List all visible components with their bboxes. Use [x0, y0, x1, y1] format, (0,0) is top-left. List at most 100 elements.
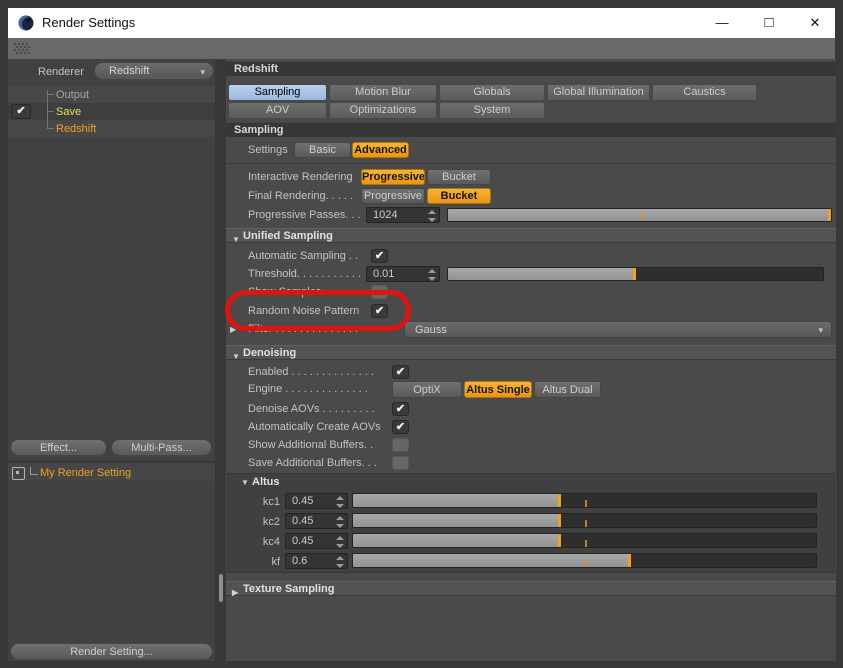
engine-altus-single-button[interactable]: Altus Single	[464, 381, 532, 398]
tab-caustics[interactable]: Caustics	[652, 84, 757, 101]
save-additional-buffers-label: Save Additional Buffers. . .	[248, 455, 390, 471]
settings-basic-button[interactable]: Basic	[294, 142, 351, 158]
altus-title: Altus	[252, 475, 280, 490]
renderer-dropdown[interactable]: Redshift ▾	[94, 62, 214, 80]
show-samples-label: Show Samples	[248, 284, 369, 300]
kc2-field[interactable]: 0.45	[285, 513, 348, 529]
tree-row-redshift-bg	[8, 120, 215, 137]
collapse-icon[interactable]: ▼	[241, 478, 249, 487]
engine-optix-button[interactable]: OptiX	[392, 381, 462, 398]
spinner-arrows-icon[interactable]	[335, 516, 344, 528]
kc4-slider[interactable]	[352, 533, 817, 548]
scrollbar-thumb[interactable]	[219, 574, 223, 602]
texture-sampling-header[interactable]: ▶ Texture Sampling	[226, 581, 836, 596]
tab-aov[interactable]: AOV	[228, 102, 327, 119]
sidebar-item-output[interactable]: Output	[56, 87, 89, 103]
threshold-label: Threshold. . . . . . . . . . .	[248, 266, 363, 282]
collapse-icon: ▼	[232, 232, 240, 247]
denoise-aovs-label: Denoise AOVs . . . . . . . . .	[248, 401, 390, 417]
save-enabled-checkbox[interactable]: ✔	[11, 104, 31, 119]
check-icon: ✔	[396, 366, 405, 378]
divider	[226, 163, 836, 164]
final-bucket-button[interactable]: Bucket	[427, 188, 491, 204]
denoising-enabled-label: Enabled . . . . . . . . . . . . . .	[248, 364, 390, 380]
spinner-arrows-icon[interactable]	[335, 496, 344, 508]
sidebar-item-redshift[interactable]: Redshift	[56, 121, 96, 137]
kc2-label: kc2	[236, 514, 280, 530]
grip-icon[interactable]	[13, 42, 31, 58]
progressive-passes-label: Progressive Passes. . .	[248, 207, 363, 223]
check-icon: ✔	[396, 421, 405, 433]
tab-system[interactable]: System	[439, 102, 545, 119]
close-button[interactable]: ✕	[801, 12, 829, 34]
automatic-sampling-checkbox[interactable]: ✔	[371, 249, 388, 263]
tab-sampling[interactable]: Sampling	[228, 84, 327, 101]
denoising-enabled-checkbox[interactable]: ✔	[392, 365, 409, 379]
kc4-value: 0.45	[292, 535, 313, 547]
effect-button[interactable]: Effect...	[10, 439, 107, 456]
sidebar-item-save[interactable]: Save	[56, 104, 81, 120]
threshold-slider[interactable]	[447, 267, 824, 281]
settings-advanced-button[interactable]: Advanced	[352, 142, 409, 158]
interactive-progressive-button[interactable]: Progressive	[361, 169, 425, 185]
render-setting-row[interactable]: My Render Setting	[8, 464, 215, 481]
tab-motion-blur[interactable]: Motion Blur	[329, 84, 437, 101]
left-panel: Renderer Redshift ▾ ✔ Output Save Redshi…	[8, 59, 215, 661]
show-samples-checkbox[interactable]	[371, 285, 388, 299]
automatic-sampling-label: Automatic Sampling . .	[248, 248, 369, 264]
random-noise-pattern-checkbox[interactable]: ✔	[371, 304, 388, 318]
spinner-arrows-icon[interactable]	[427, 269, 436, 281]
spinner-arrows-icon[interactable]	[335, 536, 344, 548]
minimize-button[interactable]: —	[708, 12, 736, 34]
kf-slider[interactable]	[352, 553, 817, 568]
threshold-value: 0.01	[373, 268, 394, 280]
chevron-down-icon: ▾	[200, 63, 205, 81]
multi-pass-button[interactable]: Multi-Pass...	[111, 439, 212, 456]
window-title: Render Settings	[42, 15, 135, 30]
show-additional-buffers-checkbox[interactable]	[392, 438, 409, 452]
tree-row-output-bg	[8, 86, 215, 103]
filter-value: Gauss	[415, 324, 447, 336]
tab-optimizations[interactable]: Optimizations	[329, 102, 437, 119]
maximize-button[interactable]: □	[755, 12, 783, 34]
engine-altus-dual-button[interactable]: Altus Dual	[534, 381, 601, 398]
progressive-passes-field[interactable]: 1024	[366, 207, 440, 223]
threshold-field[interactable]: 0.01	[366, 266, 440, 282]
expand-icon: ▶	[232, 585, 238, 600]
final-progressive-button[interactable]: Progressive	[361, 188, 425, 204]
progressive-passes-value: 1024	[373, 209, 397, 221]
kf-field[interactable]: 0.6	[285, 553, 348, 569]
sampling-section-header: Sampling	[226, 122, 836, 137]
kc1-value: 0.45	[292, 495, 313, 507]
kc1-slider[interactable]	[352, 493, 817, 508]
unified-sampling-title: Unified Sampling	[243, 229, 333, 244]
interactive-bucket-button[interactable]: Bucket	[427, 169, 491, 185]
expand-icon[interactable]: ▶	[230, 325, 236, 334]
interactive-rendering-label: Interactive Rendering	[248, 169, 359, 185]
unified-sampling-header[interactable]: ▼ Unified Sampling	[226, 228, 836, 243]
progressive-passes-slider[interactable]	[447, 208, 832, 222]
render-setting-item-label[interactable]: My Render Setting	[40, 465, 131, 481]
render-setting-icon	[12, 467, 25, 480]
tab-globals[interactable]: Globals	[439, 84, 545, 101]
renderer-label: Renderer	[38, 64, 84, 80]
save-additional-buffers-checkbox[interactable]	[392, 456, 409, 470]
denoise-aovs-checkbox[interactable]: ✔	[392, 402, 409, 416]
denoising-header[interactable]: ▼ Denoising	[226, 345, 836, 360]
filter-dropdown[interactable]: Gauss ▾	[404, 321, 832, 338]
chevron-down-icon: ▾	[818, 322, 823, 339]
final-rendering-label: Final Rendering. . . . .	[248, 188, 359, 204]
tab-global-illumination[interactable]: Global Illumination	[547, 84, 650, 101]
check-icon: ✔	[375, 305, 384, 317]
kf-label: kf	[236, 554, 280, 570]
main-panel: Redshift Sampling Motion Blur Globals Gl…	[226, 59, 836, 661]
check-icon: ✔	[16, 105, 25, 117]
spinner-arrows-icon[interactable]	[427, 210, 436, 222]
kc1-field[interactable]: 0.45	[285, 493, 348, 509]
render-setting-button[interactable]: Render Setting...	[10, 643, 213, 660]
kc4-field[interactable]: 0.45	[285, 533, 348, 549]
tree-connector	[30, 467, 38, 475]
auto-create-aovs-checkbox[interactable]: ✔	[392, 420, 409, 434]
spinner-arrows-icon[interactable]	[335, 556, 344, 568]
kc2-slider[interactable]	[352, 513, 817, 528]
